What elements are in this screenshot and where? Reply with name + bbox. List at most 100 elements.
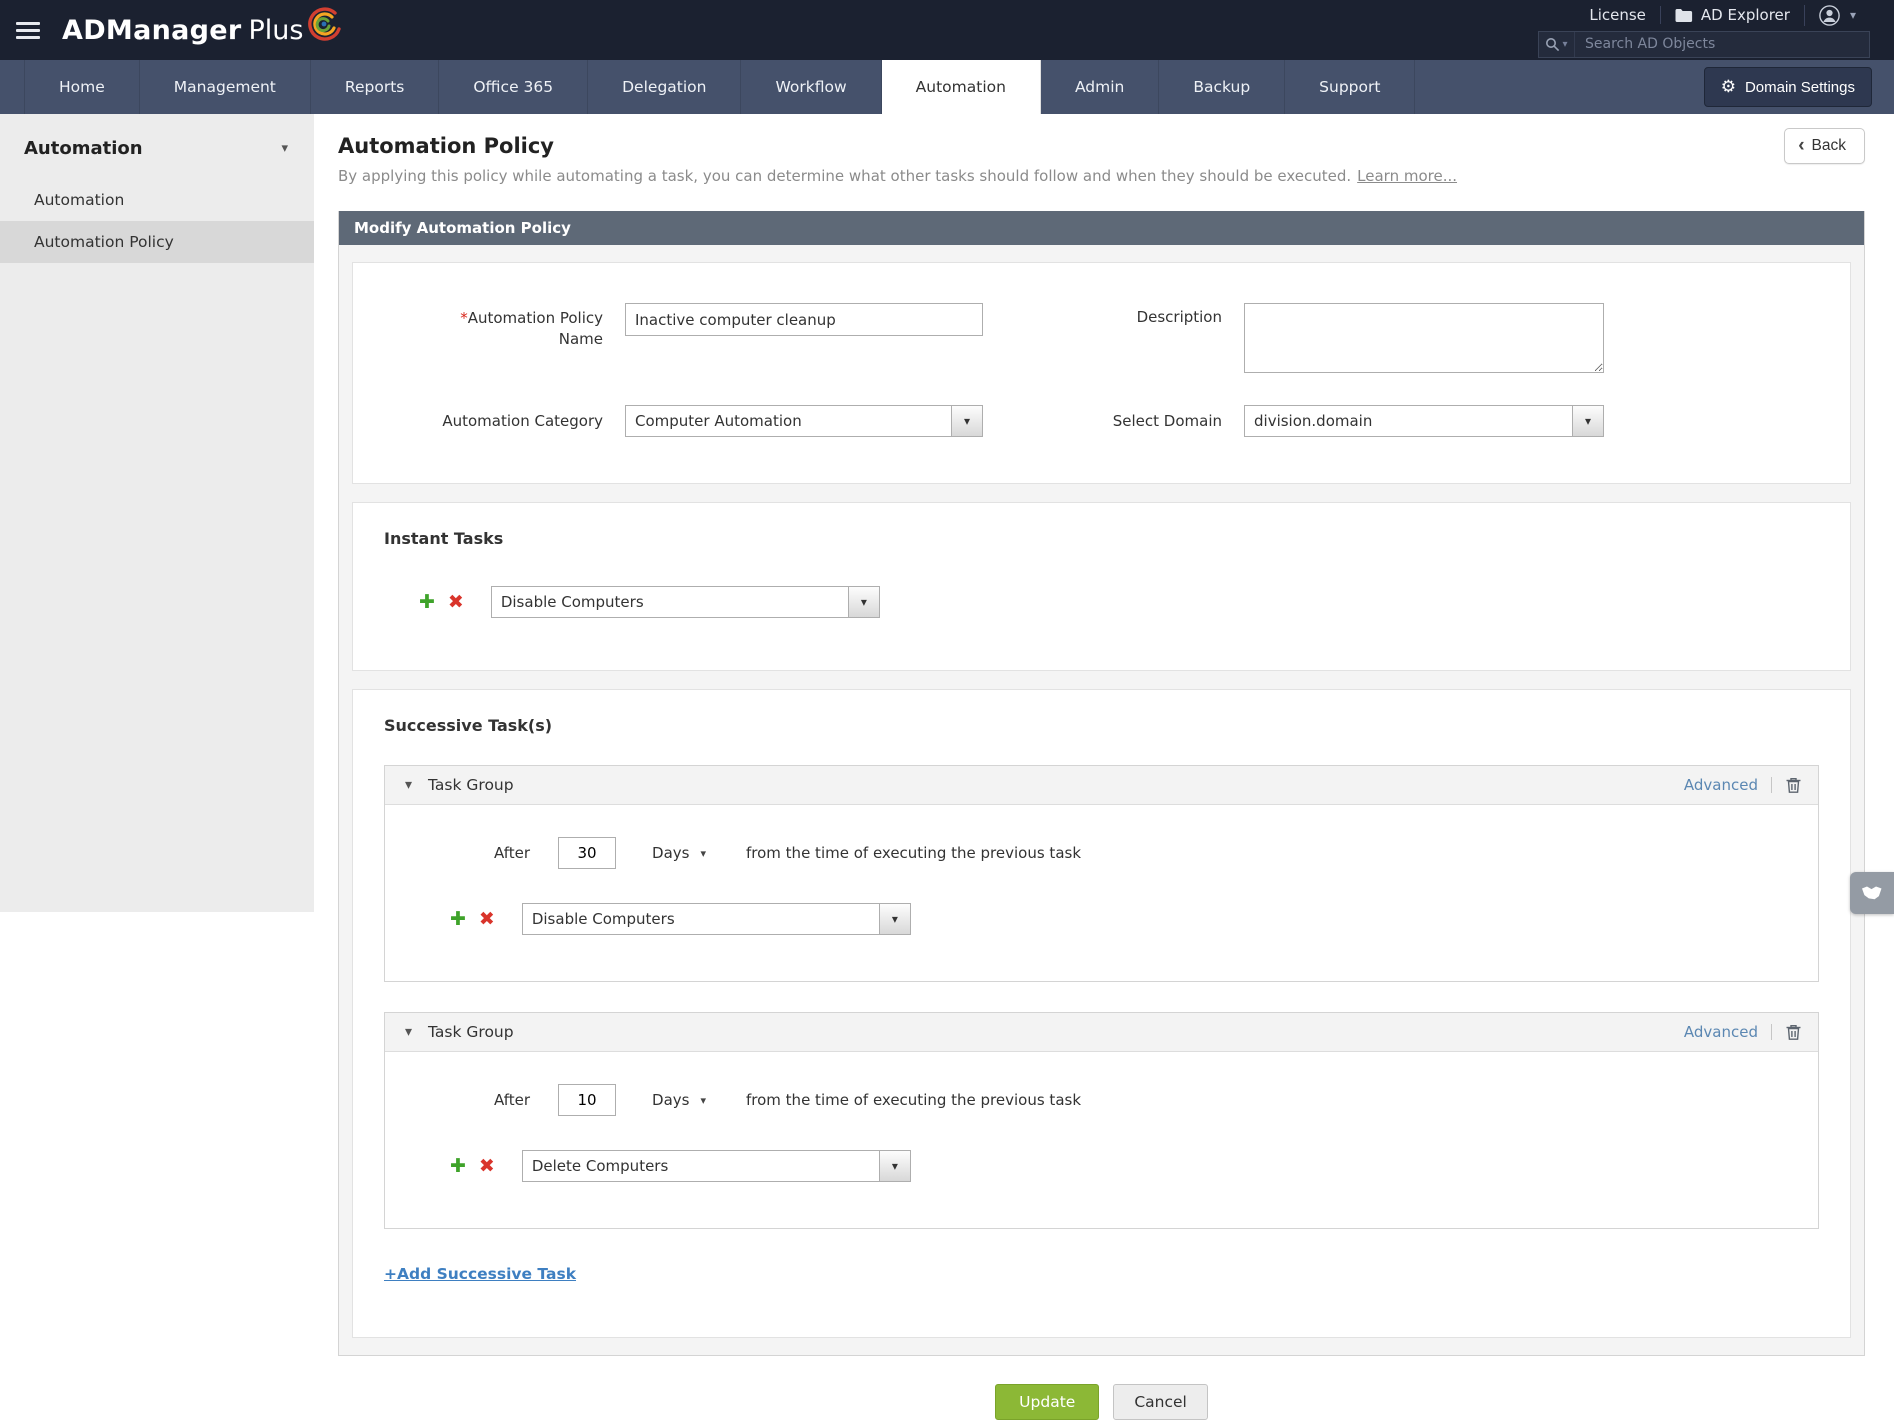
add-task-icon[interactable]: ✚ — [450, 1156, 466, 1176]
user-menu[interactable]: ▾ — [1803, 4, 1870, 26]
folder-icon — [1675, 9, 1693, 22]
tab-automation[interactable]: Automation — [881, 60, 1041, 114]
search-scope-caret-icon: ▾ — [1562, 38, 1568, 50]
search-input[interactable] — [1575, 36, 1869, 52]
after-label: After — [494, 1091, 531, 1109]
domain-settings-button[interactable]: ⚙ Domain Settings — [1703, 67, 1872, 107]
update-button[interactable]: Update — [995, 1384, 1100, 1420]
ad-explorer-link[interactable]: AD Explorer — [1659, 6, 1804, 24]
collapse-chevron-icon[interactable]: ▾ — [405, 777, 412, 793]
after-days-input[interactable] — [558, 1084, 617, 1116]
description-label: Description — [1136, 308, 1222, 326]
after-suffix-text: from the time of executing the previous … — [746, 844, 1082, 862]
instant-task-select[interactable]: Disable Computers ▾ — [490, 586, 880, 618]
add-successive-task-link[interactable]: +Add Successive Task — [384, 1265, 576, 1283]
delete-task-group-button[interactable] — [1785, 776, 1802, 794]
sidebar-item-automation-policy[interactable]: Automation Policy — [0, 221, 314, 263]
tab-office-365[interactable]: Office 365 — [439, 60, 589, 114]
page-title: Automation Policy — [338, 134, 554, 158]
page-subtitle-text: By applying this policy while automating… — [338, 167, 1352, 185]
advanced-link[interactable]: Advanced — [1684, 1023, 1758, 1041]
domain-settings-label: Domain Settings — [1744, 78, 1855, 96]
back-button[interactable]: ‹ Back — [1784, 128, 1865, 164]
time-unit-value: Days — [652, 1091, 690, 1109]
successive-task-row: ✚ ✖ Disable Computers ▾ — [385, 903, 1818, 935]
divider — [1771, 1024, 1772, 1040]
tab-backup[interactable]: Backup — [1159, 60, 1286, 114]
task-group-title: Task Group — [428, 1023, 514, 1041]
delete-task-group-button[interactable] — [1785, 1023, 1802, 1041]
user-icon — [1819, 4, 1840, 26]
trash-icon — [1786, 1025, 1801, 1040]
brand-secondary: Plus — [248, 14, 304, 46]
after-label: After — [494, 844, 531, 862]
remove-task-icon[interactable]: ✖ — [448, 592, 464, 612]
time-unit-dropdown[interactable]: Days ▾ — [652, 1091, 706, 1109]
sidebar-section-automation[interactable]: Automation ▾ — [0, 138, 314, 179]
search-icon — [1546, 37, 1560, 51]
successive-task-select[interactable]: Disable Computers ▾ — [521, 903, 911, 935]
tab-support[interactable]: Support — [1285, 60, 1416, 114]
hamburger-menu-icon[interactable] — [16, 18, 40, 43]
tab-reports[interactable]: Reports — [311, 60, 440, 114]
instant-task-select-value: Disable Computers — [500, 593, 644, 611]
topbar: ADManager Plus License AD Explorer ▾ ▾ S… — [0, 0, 1894, 60]
remove-task-icon[interactable]: ✖ — [479, 909, 495, 929]
required-marker: * — [460, 309, 468, 327]
tab-home[interactable]: Home — [24, 60, 140, 114]
add-task-icon[interactable]: ✚ — [419, 592, 435, 612]
successive-task-row: ✚ ✖ Delete Computers ▾ — [385, 1150, 1818, 1182]
domain-select[interactable]: division.domain ▾ — [1244, 405, 1604, 437]
divider — [1771, 777, 1772, 793]
gear-icon: ⚙ — [1720, 77, 1736, 96]
add-task-icon[interactable]: ✚ — [450, 909, 466, 929]
domain-select-value: division.domain — [1254, 412, 1373, 430]
license-label: License — [1589, 6, 1646, 24]
task-group-2: ▾ Task Group Advanced After 10 Days ▾ fr… — [384, 1012, 1819, 1229]
tab-admin[interactable]: Admin — [1041, 60, 1160, 114]
policy-name-label-text: Automation Policy Name — [467, 309, 603, 348]
chevron-down-icon: ▾ — [878, 904, 910, 934]
description-textarea[interactable] — [1244, 303, 1604, 373]
successive-task-select[interactable]: Delete Computers ▾ — [521, 1150, 911, 1182]
instant-tasks-card: Instant Tasks ✚ ✖ Disable Computers ▾ — [352, 502, 1851, 671]
search-scope-button[interactable]: ▾ — [1539, 31, 1575, 57]
after-days-input[interactable] — [558, 837, 617, 869]
handshake-icon — [1862, 886, 1882, 900]
license-link[interactable]: License — [1575, 6, 1660, 24]
advanced-link[interactable]: Advanced — [1684, 776, 1758, 794]
chevron-down-icon: ▾ — [1572, 406, 1603, 436]
policy-name-label: *Automation Policy Name — [353, 303, 603, 350]
successive-task-select-value: Delete Computers — [531, 1157, 669, 1175]
after-suffix-text: from the time of executing the previous … — [746, 1091, 1082, 1109]
time-unit-value: Days — [652, 844, 690, 862]
remove-task-icon[interactable]: ✖ — [479, 1156, 495, 1176]
modify-automation-policy-panel: Modify Automation Policy *Automation Pol… — [338, 211, 1865, 1356]
chevron-down-icon: ▾ — [700, 1093, 706, 1107]
successive-tasks-card: Successive Task(s) ▾ Task Group Advanced — [352, 689, 1851, 1338]
chevron-down-icon: ▾ — [281, 141, 288, 156]
feedback-tab[interactable] — [1850, 872, 1894, 914]
successive-task-select-value: Disable Computers — [531, 910, 675, 928]
ad-search: ▾ — [1538, 30, 1870, 58]
tab-management[interactable]: Management — [140, 60, 311, 114]
policy-name-input[interactable] — [625, 303, 983, 336]
chevron-down-icon: ▾ — [700, 846, 706, 860]
instant-task-row: ✚ ✖ Disable Computers ▾ — [353, 586, 1850, 618]
app-logo: ADManager Plus — [62, 6, 343, 46]
collapse-chevron-icon[interactable]: ▾ — [405, 1024, 412, 1040]
time-unit-dropdown[interactable]: Days ▾ — [652, 844, 706, 862]
policy-form-card: *Automation Policy Name Description Auto… — [352, 262, 1851, 484]
user-caret-icon: ▾ — [1849, 8, 1856, 22]
task-group-title: Task Group — [428, 776, 514, 794]
tab-workflow[interactable]: Workflow — [741, 60, 882, 114]
task-group-1: ▾ Task Group Advanced After 30 Days ▾ fr… — [384, 765, 1819, 982]
learn-more-link[interactable]: Learn more... — [1357, 167, 1457, 185]
panel-header: Modify Automation Policy — [339, 211, 1864, 245]
cancel-button[interactable]: Cancel — [1113, 1384, 1208, 1420]
category-select[interactable]: Computer Automation ▾ — [625, 405, 983, 437]
instant-tasks-title: Instant Tasks — [384, 529, 504, 548]
sidebar-item-automation[interactable]: Automation — [0, 179, 314, 221]
chevron-down-icon: ▾ — [878, 1151, 910, 1181]
tab-delegation[interactable]: Delegation — [588, 60, 742, 114]
